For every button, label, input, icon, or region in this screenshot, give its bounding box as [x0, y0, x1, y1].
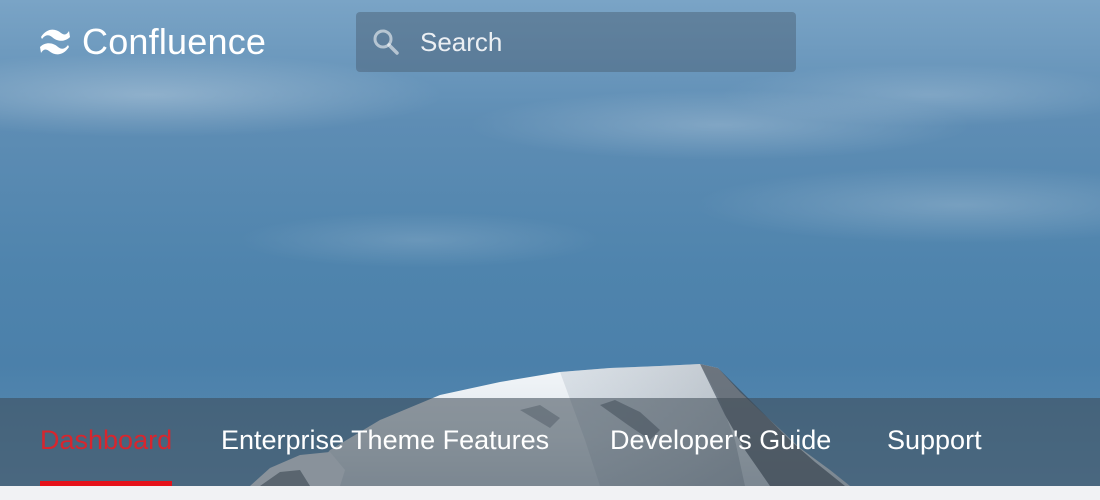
search-box[interactable]	[356, 12, 796, 72]
main-navigation: Dashboard Enterprise Theme Features Deve…	[0, 398, 1100, 486]
search-icon	[373, 29, 399, 55]
page-content-top-edge	[0, 486, 1100, 500]
hero-banner: Confluence Dashboard Enterprise Theme Fe…	[0, 0, 1100, 486]
logo-text: Confluence	[82, 21, 267, 62]
nav-item-support[interactable]: Support	[887, 398, 982, 486]
nav-item-dashboard[interactable]: Dashboard	[40, 398, 173, 486]
confluence-logo[interactable]: Confluence	[38, 21, 266, 63]
search-input[interactable]	[420, 26, 780, 58]
top-header: Confluence	[0, 0, 1100, 90]
confluence-logo-icon	[40, 29, 70, 55]
nav-item-enterprise-theme-features[interactable]: Enterprise Theme Features	[221, 398, 549, 486]
nav-item-developers-guide[interactable]: Developer's Guide	[610, 398, 831, 486]
